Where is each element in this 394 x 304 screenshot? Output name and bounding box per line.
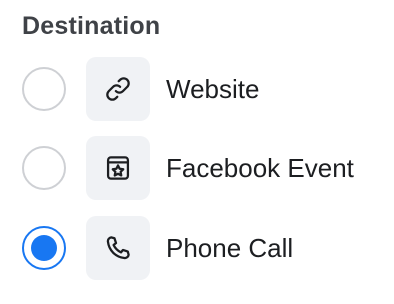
destination-option-phone-call[interactable]: Phone Call <box>22 216 382 280</box>
destination-option-label: Phone Call <box>166 232 294 263</box>
destination-heading: Destination <box>22 12 161 40</box>
radio-phone-call[interactable] <box>22 226 66 270</box>
destination-option-label: Facebook Event <box>166 152 354 183</box>
destination-option-website[interactable]: Website <box>22 57 382 121</box>
radio-facebook-event[interactable] <box>22 146 66 190</box>
destination-panel: Destination Website Facebook Event Phone… <box>0 0 394 304</box>
destination-option-facebook-event[interactable]: Facebook Event <box>22 136 382 200</box>
phone-icon <box>86 216 150 280</box>
calendar-star-icon <box>86 136 150 200</box>
radio-selected-dot <box>31 235 57 261</box>
link-icon <box>86 57 150 121</box>
radio-website[interactable] <box>22 67 66 111</box>
destination-option-label: Website <box>166 73 260 104</box>
